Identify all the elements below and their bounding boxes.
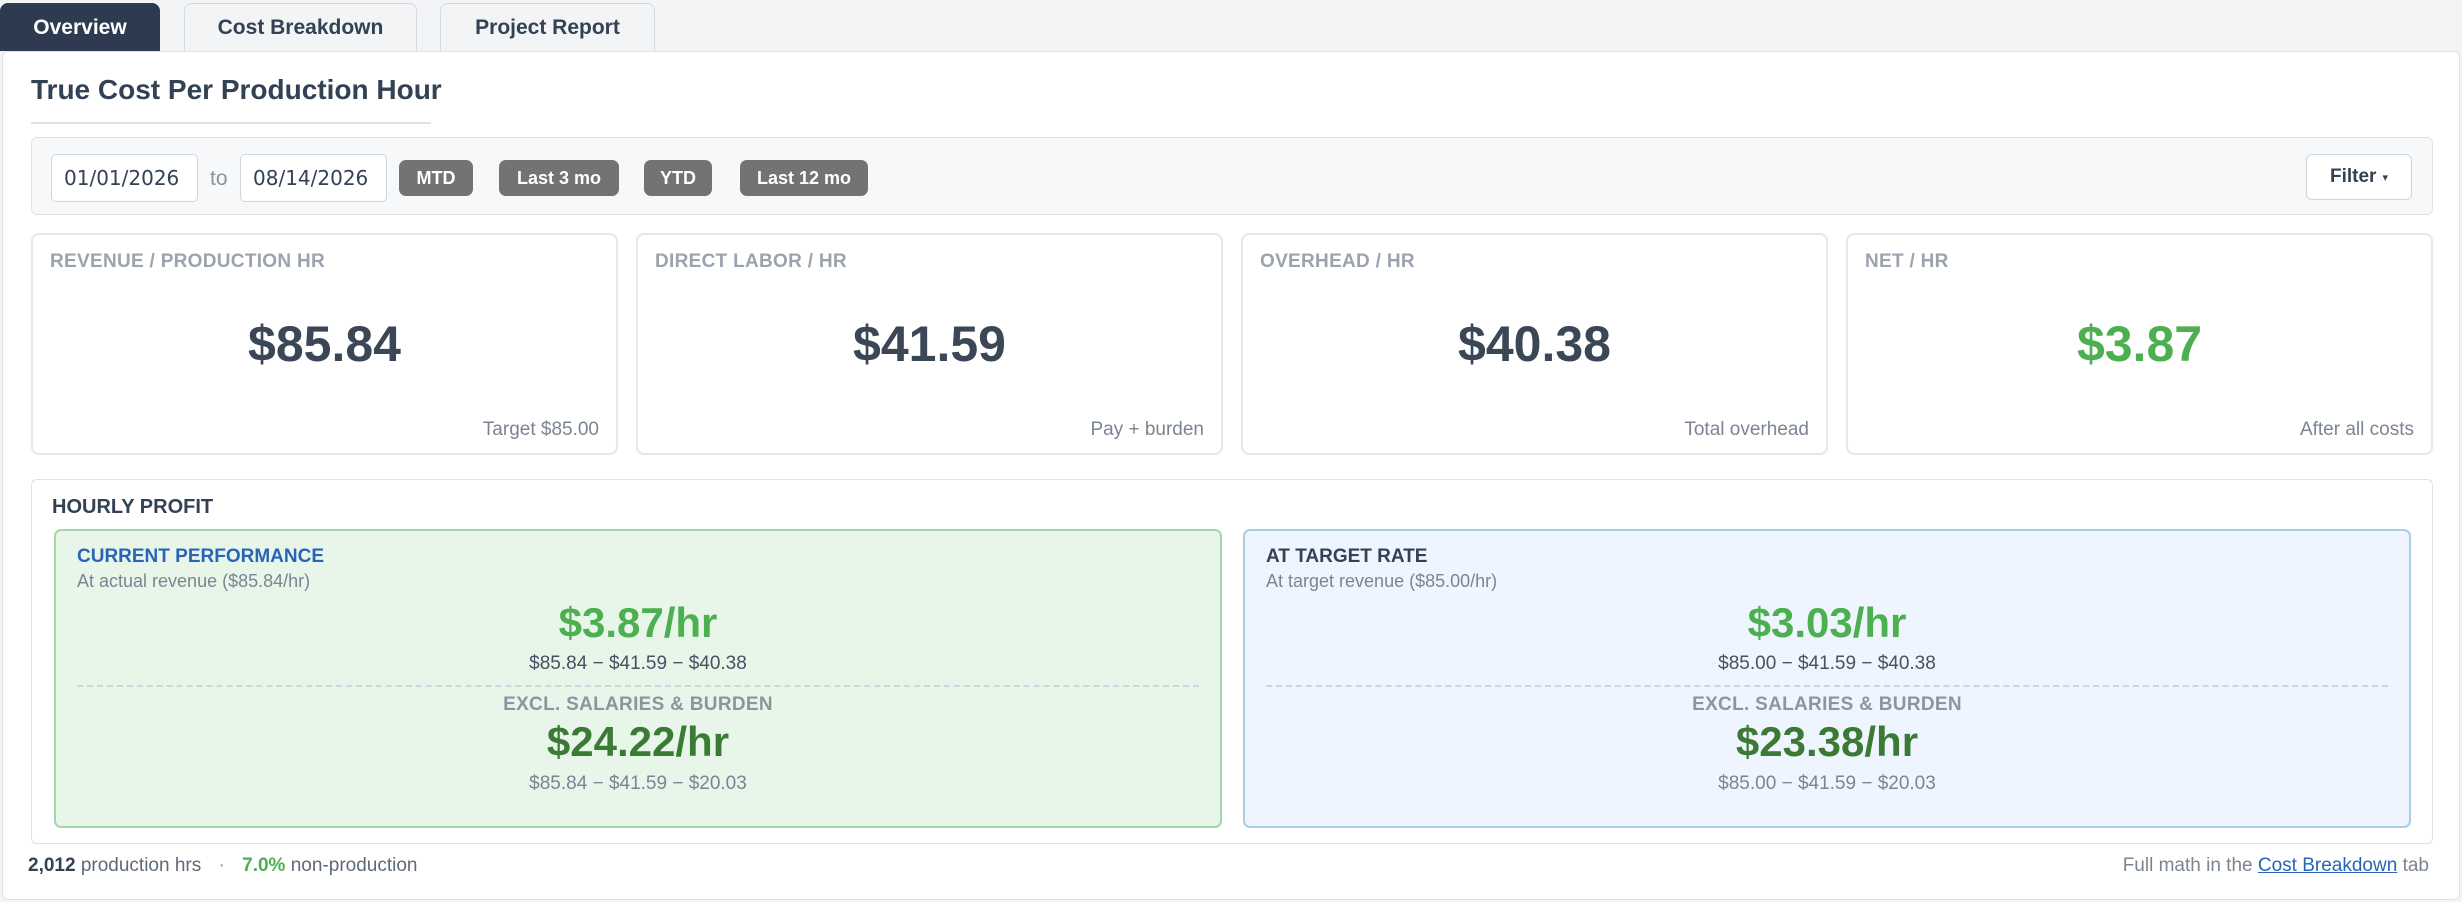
kpi-value: $40.38: [1458, 316, 1611, 372]
date-range-separator: to: [210, 167, 228, 190]
scenario-subtitle: At target revenue ($85.00/hr): [1266, 571, 1498, 591]
tab-project-report[interactable]: Project Report: [440, 3, 655, 51]
profit-rate: $3.87/hr: [558, 599, 718, 646]
target-rate-card: AT TARGET RATE At target revenue ($85.00…: [1243, 529, 2411, 828]
section-title: HOURLY PROFIT: [52, 496, 214, 518]
kpi-subtext: Pay + burden: [1090, 419, 1204, 440]
current-performance-card: CURRENT PERFORMANCE At actual revenue ($…: [54, 529, 1222, 828]
dashed-divider: [1266, 685, 2388, 687]
production-hours-value: 2,012: [28, 855, 76, 876]
kpi-label: NET / HR: [1865, 251, 1949, 272]
preset-ytd-button[interactable]: YTD: [644, 160, 712, 196]
date-to-input[interactable]: 08/14/2026: [240, 154, 387, 202]
kpi-subtext: Target $85.00: [482, 419, 599, 440]
excl-label: EXCL. SALARIES & BURDEN: [1692, 694, 1962, 715]
kpi-label: REVENUE / PRODUCTION HR: [50, 251, 326, 272]
footer-stats: 2,012 production hrs · 7.0% non-producti…: [28, 855, 417, 877]
profit-math: $85.00 − $41.59 − $40.38: [1718, 653, 1936, 674]
tab-bar: Overview Cost Breakdown Project Report: [0, 0, 2462, 52]
date-filter-bar: 01/01/2026 to 08/14/2026 MTD Last 3 mo Y…: [31, 137, 2433, 215]
kpi-card-net: NET / HR $3.87 After all costs: [1846, 233, 2433, 455]
page-title: True Cost Per Production Hour: [31, 74, 442, 105]
dashed-divider: [77, 685, 1199, 687]
kpi-value: $41.59: [853, 316, 1006, 372]
excl-profit-math: $85.84 − $41.59 − $20.03: [529, 773, 747, 794]
chevron-down-icon: ▾: [2382, 171, 2388, 184]
preset-last-3-months-button[interactable]: Last 3 mo: [499, 160, 619, 196]
tab-cost-breakdown[interactable]: Cost Breakdown: [184, 3, 417, 51]
hourly-profit-section: HOURLY PROFIT CURRENT PERFORMANCE At act…: [31, 479, 2433, 844]
footer-math-note: Full math in the Cost Breakdown tab: [2123, 855, 2429, 877]
title-divider: [31, 122, 431, 124]
tab-overview[interactable]: Overview: [0, 3, 160, 51]
overview-panel: True Cost Per Production Hour 01/01/2026…: [2, 51, 2460, 900]
scenario-subtitle: At actual revenue ($85.84/hr): [77, 571, 311, 591]
filter-button-label: Filter: [2330, 166, 2377, 187]
cost-breakdown-link[interactable]: Cost Breakdown: [2258, 855, 2397, 876]
scenario-title: CURRENT PERFORMANCE: [77, 546, 324, 567]
kpi-label: DIRECT LABOR / HR: [655, 251, 847, 272]
filter-button[interactable]: Filter ▾: [2306, 154, 2412, 200]
scenario-title: AT TARGET RATE: [1266, 546, 1428, 567]
profit-rate: $3.03/hr: [1747, 599, 1907, 646]
profit-math: $85.84 − $41.59 − $40.38: [529, 653, 747, 674]
preset-mtd-button[interactable]: MTD: [399, 160, 473, 196]
excl-label: EXCL. SALARIES & BURDEN: [503, 694, 773, 715]
non-production-label: non-production: [290, 855, 418, 876]
kpi-card-revenue: REVENUE / PRODUCTION HR $85.84 Target $8…: [31, 233, 618, 455]
math-note-suffix: tab: [2402, 855, 2429, 876]
excl-profit-rate: $23.38/hr: [1735, 718, 1919, 765]
non-production-pct: 7.0%: [242, 855, 286, 876]
kpi-subtext: Total overhead: [1684, 419, 1809, 440]
math-note-prefix: Full math in the: [2122, 855, 2253, 876]
kpi-label: OVERHEAD / HR: [1260, 251, 1415, 272]
production-hours-label: production hrs: [80, 855, 202, 876]
preset-last-12-months-button[interactable]: Last 12 mo: [740, 160, 868, 196]
kpi-value: $3.87: [2076, 316, 2203, 372]
kpi-card-direct-labor: DIRECT LABOR / HR $41.59 Pay + burden: [636, 233, 1223, 455]
kpi-card-overhead: OVERHEAD / HR $40.38 Total overhead: [1241, 233, 1828, 455]
date-from-input[interactable]: 01/01/2026: [51, 154, 198, 202]
excl-profit-rate: $24.22/hr: [546, 718, 730, 765]
excl-profit-math: $85.00 − $41.59 − $20.03: [1718, 773, 1936, 794]
kpi-subtext: After all costs: [2299, 419, 2414, 440]
footer-separator: ·: [218, 855, 225, 876]
kpi-value: $85.84: [248, 316, 401, 372]
